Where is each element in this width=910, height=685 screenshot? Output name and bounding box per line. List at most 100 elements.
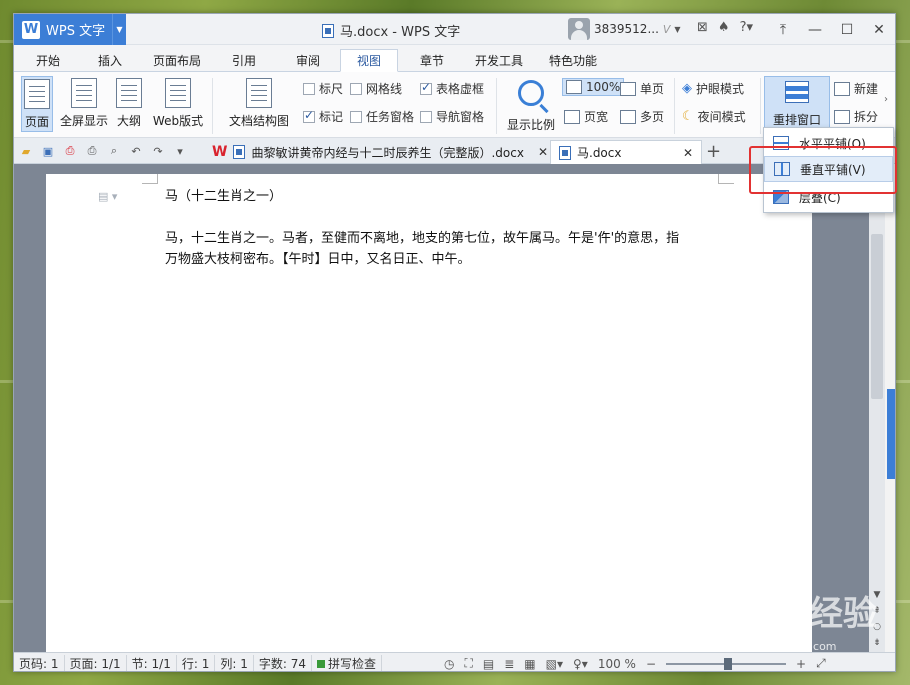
redo-icon[interactable]: ↷ [150,143,166,159]
help-icon[interactable]: ?▾ [740,20,753,35]
checkbox[interactable] [350,82,362,95]
page-view-icon[interactable]: ▤ [483,657,494,671]
tab-references[interactable]: 引用 [220,49,268,72]
document-text[interactable]: 马（十二生肖之一） 马，十二生肖之一。马者，至健而不离地，地支的第七位，故午属马… [165,186,725,270]
side-panel-toggle[interactable] [887,389,895,479]
document-icon [322,23,334,38]
fullscreen-icon[interactable]: ⛶ [464,656,472,671]
history-icon[interactable]: ◷ [444,657,454,671]
undo-icon[interactable]: ↶ [128,143,144,159]
shirt-icon[interactable]: ♠ [718,20,730,35]
paragraph-line[interactable]: 万物盛大枝柯密布。【午时】日中，又名日正、中午。 [165,249,725,270]
paragraph-menu-icon[interactable]: ▤ ▾ [98,190,117,203]
outline-view-icon[interactable]: ≣ [504,657,514,671]
multi-page-icon [620,109,636,124]
doc-tab-label: 曲黎敏讲黄帝内经与十二时辰养生（完整版）.docx [251,145,524,160]
doc-tab-book[interactable]: W 曲黎敏讲黄帝内经与十二时辰养生（完整版）.docx ✕ [204,140,556,164]
tab-page-layout[interactable]: 页面布局 [144,49,210,72]
document-page[interactable]: ▤ ▾ 马（十二生肖之一） 马，十二生肖之一。马者，至健而不离地，地支的第七位，… [46,174,812,652]
ribbon-scroll-right-icon[interactable]: › [884,94,888,105]
pdf-icon[interactable]: ⎙ [62,143,78,159]
vertical-scrollbar[interactable]: ▼ ⇞ ○ ⇟ [869,164,885,652]
close-icon[interactable]: ✕ [683,146,693,160]
chevron-down-icon[interactable]: ▼ [674,25,680,34]
eye-protect-icon[interactable]: ♀▾ [573,657,588,671]
spell-check-toggle[interactable]: 拼写检查 [312,654,382,671]
checkbox-checked[interactable] [303,108,315,123]
table-gridlines-checkbox[interactable]: 表格虚框 [420,80,484,97]
zoom-100-button[interactable]: 100% [562,78,625,96]
chevron-down-icon[interactable]: ▼ [112,14,126,45]
paragraph-line[interactable]: 马，十二生肖之一。马者，至健而不离地，地支的第七位，故午属马。午是'仵'的意思，… [165,228,725,249]
status-row: 行: 1 [177,654,216,671]
checkbox[interactable] [420,110,432,123]
tab-view[interactable]: 视图 [340,49,398,72]
scrollbar-thumb[interactable] [871,234,883,399]
tab-review[interactable]: 审阅 [282,49,334,72]
fit-window-icon[interactable]: ⤢ [816,656,826,671]
restore-icon[interactable]: ⤒ [767,14,799,45]
close-button[interactable]: ✕ [863,14,895,45]
zoom-ratio-button[interactable]: 显示比例 [504,76,558,133]
nav-pane-checkbox[interactable]: 导航窗格 [420,108,484,125]
doc-structure-button[interactable]: 文档结构图 [222,76,296,129]
cloud-icon[interactable]: ⊠ [697,20,708,35]
split-window-button[interactable]: 拆分 [834,108,878,125]
checkbox-checked[interactable] [420,80,432,95]
page-width-button[interactable]: 页宽 [564,108,608,125]
print-icon[interactable]: ⎙ [84,143,100,159]
task-pane-checkbox[interactable]: 任务窗格 [350,108,414,125]
tab-developer[interactable]: 开发工具 [466,49,532,72]
ruler-checkbox[interactable]: 标尺 [303,80,343,97]
markup-label: 标记 [319,110,344,124]
markup-checkbox[interactable]: 标记 [303,108,343,125]
ribbon-divider [674,78,675,134]
document-heading[interactable]: 马（十二生肖之一） [165,186,725,207]
next-page-icon[interactable]: ⇟ [873,638,881,648]
zoom-slider-knob[interactable] [724,657,733,670]
tab-insert[interactable]: 插入 [84,49,136,72]
new-window-button[interactable]: 新建 [834,80,878,97]
multi-page-button[interactable]: 多页 [620,108,664,125]
tab-home[interactable]: 开始 [22,49,74,72]
rearrange-label: 重排窗口 [772,113,821,127]
user-account[interactable]: 3839512... V ▼ [568,18,681,40]
app-menu-button[interactable]: W WPS 文字 ▼ [14,14,126,45]
tab-features[interactable]: 特色功能 [540,49,606,72]
avatar[interactable] [568,18,590,40]
night-mode-button[interactable]: ☾ 夜间模式 [682,108,746,125]
tab-section[interactable]: 章节 [408,49,456,72]
maximize-button[interactable]: ☐ [831,14,863,45]
save-icon[interactable]: ▣ [40,143,56,159]
print-preview-icon[interactable]: ⌕ [106,143,122,159]
open-folder-icon[interactable]: ▰ [18,143,34,159]
close-icon[interactable]: ✕ [538,145,548,159]
customize-icon[interactable]: ▾ [172,143,188,159]
zoom-out-icon[interactable]: − [646,657,656,671]
page-view-button[interactable]: 页面 [21,76,53,132]
eye-mode-button[interactable]: ◈ 护眼模式 [682,80,744,97]
gridlines-checkbox[interactable]: 网格线 [350,80,402,97]
web-layout-button[interactable]: Web版式 [150,76,206,129]
checkbox[interactable] [303,82,315,95]
minimize-button[interactable]: — [799,14,831,45]
fullscreen-button[interactable]: 全屏显示 [58,76,110,129]
zoom-level[interactable]: 100 % [598,657,636,671]
document-area[interactable]: ▤ ▾ 马（十二生肖之一） 马，十二生肖之一。马者，至健而不离地，地支的第七位，… [14,164,883,652]
rearrange-windows-button[interactable]: 重排窗口 [764,76,830,132]
doc-tab-active[interactable]: 马.docx ✕ [550,140,702,164]
title-tools: ⊠ ♠ ?▾ [697,20,753,35]
wps-window: W WPS 文字 ▼ 马.docx - WPS 文字 3839512... V … [13,13,896,672]
zoom-slider[interactable] [666,657,787,670]
web-view-icon[interactable]: ▦ [524,657,535,671]
reading-mode-icon[interactable]: ▧▾ [546,657,563,671]
checkbox[interactable] [350,110,362,123]
new-tab-icon[interactable]: + [706,141,721,162]
status-words[interactable]: 字数: 74 [254,654,312,671]
zoom-in-icon[interactable]: + [796,657,806,671]
watermark-url: jingyan.baidu.com [735,640,837,653]
document-paragraph[interactable]: 马，十二生肖之一。马者，至健而不离地，地支的第七位，故午属马。午是'仵'的意思，… [165,228,725,270]
single-page-button[interactable]: 单页 [620,80,664,97]
outline-button[interactable]: 大纲 [114,76,144,129]
wps-red-logo-icon: W [212,144,228,160]
